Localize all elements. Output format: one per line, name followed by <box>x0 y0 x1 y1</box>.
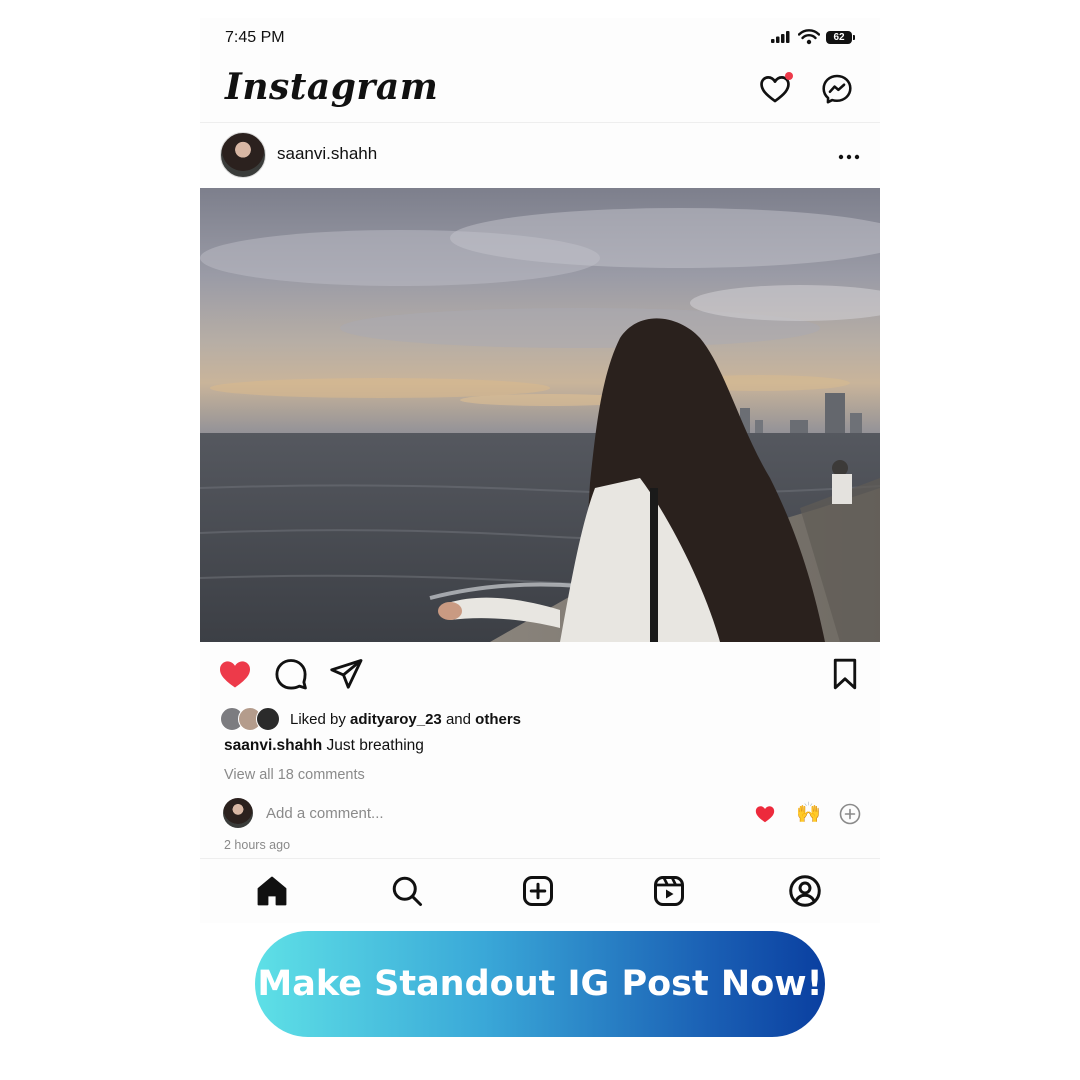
view-all-comments-link[interactable]: View all 18 comments <box>224 767 365 783</box>
post-timestamp: 2 hours ago <box>224 838 291 852</box>
liked-user[interactable]: adityaroy_23 <box>350 711 442 728</box>
caption-username[interactable]: saanvi.shahh <box>224 737 322 754</box>
reels-icon[interactable] <box>651 873 687 909</box>
liked-others[interactable]: others <box>475 711 521 728</box>
post-username[interactable]: saanvi.shahh <box>277 144 377 164</box>
add-reaction-icon[interactable] <box>838 802 862 826</box>
bottom-nav <box>200 858 880 924</box>
avatar <box>256 707 280 731</box>
add-comment-row: 🙌 <box>200 796 880 832</box>
create-icon[interactable] <box>520 873 556 909</box>
status-icons: 62 <box>770 29 855 45</box>
battery-icon: 62 <box>826 30 855 44</box>
comment-input[interactable] <box>266 802 646 824</box>
more-options-icon[interactable] <box>836 144 862 170</box>
quick-reaction-heart[interactable] <box>754 803 776 825</box>
status-time: 7:45 PM <box>225 29 285 46</box>
phone-screen: 7:45 PM 62 Instagram saanvi.shahh Liked … <box>200 18 880 923</box>
avatar <box>223 798 253 828</box>
comment-icon[interactable] <box>273 656 309 692</box>
status-bar: 7:45 PM 62 <box>200 18 880 58</box>
signal-icon <box>771 31 790 43</box>
liked-prefix: Liked by <box>290 710 346 728</box>
cta-button[interactable]: Make Standout IG Post Now! <box>255 931 825 1037</box>
profile-icon[interactable] <box>787 873 823 909</box>
messenger-icon[interactable] <box>820 72 854 106</box>
instagram-logo[interactable]: Instagram <box>225 66 438 108</box>
search-icon[interactable] <box>389 873 425 909</box>
post-actions <box>200 656 880 696</box>
wifi-icon <box>798 29 820 45</box>
seaside-photo <box>200 188 880 642</box>
liked-and: and <box>445 710 471 728</box>
avatar[interactable] <box>220 132 266 178</box>
battery-level: 62 <box>833 31 845 43</box>
liker-avatars <box>220 707 282 731</box>
notification-dot <box>785 72 793 80</box>
app-header: Instagram <box>200 60 880 123</box>
liked-by-row[interactable]: Liked by adityaroy_23 and others <box>220 706 521 732</box>
post-image[interactable] <box>200 188 880 642</box>
quick-reaction-raised-hands[interactable]: 🙌 <box>796 800 821 825</box>
home-icon[interactable] <box>254 873 290 909</box>
heart-filled-icon[interactable] <box>217 656 253 692</box>
liked-by-text: Liked by adityaroy_23 and others <box>290 711 521 728</box>
bookmark-icon[interactable] <box>827 656 863 692</box>
post-header: saanvi.shahh <box>200 124 880 188</box>
cta-label: Make Standout IG Post Now! <box>257 964 823 1004</box>
caption-text: Just breathing <box>326 737 424 754</box>
caption: saanvi.shahh Just breathing <box>224 737 424 755</box>
share-icon[interactable] <box>328 656 364 692</box>
